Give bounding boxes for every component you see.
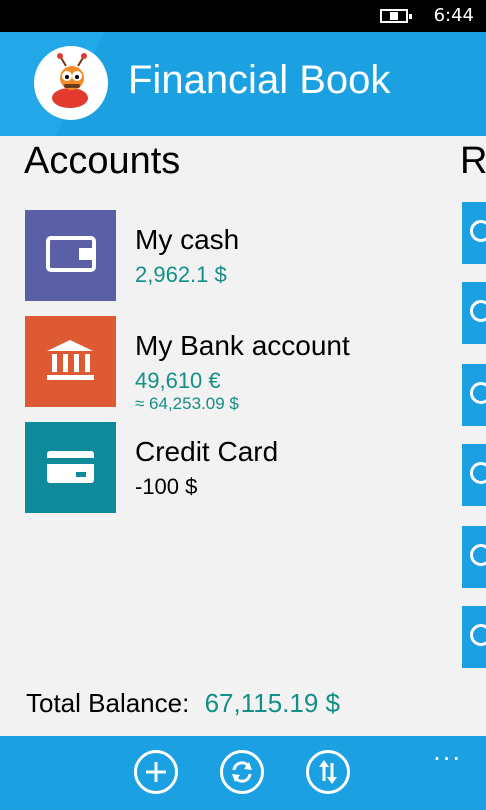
sync-button[interactable] xyxy=(220,750,264,794)
account-name: My cash xyxy=(135,224,240,255)
app-logo-icon xyxy=(34,46,108,120)
account-item-credit-card[interactable]: Credit Card -100 $ xyxy=(25,422,425,513)
account-item-my-bank-account[interactable]: My Bank account 49,610 € ≈ 64,253.09 $ xyxy=(25,316,425,413)
report-tile[interactable] xyxy=(462,526,486,588)
bank-icon xyxy=(25,316,116,407)
total-balance: Total Balance: 67,115.19 $ xyxy=(26,688,340,719)
total-balance-label: Total Balance: xyxy=(26,688,190,718)
battery-charging-icon xyxy=(380,9,412,23)
account-name: Credit Card xyxy=(135,436,279,467)
sync-icon xyxy=(232,761,252,783)
add-icon xyxy=(146,762,166,782)
status-bar: 6:44 xyxy=(0,0,486,32)
account-item-my-cash[interactable]: My cash 2,962.1 $ xyxy=(25,210,425,301)
add-button[interactable] xyxy=(134,750,178,794)
report-tile[interactable] xyxy=(462,282,486,344)
reports-heading-partial: R xyxy=(460,140,486,182)
account-amount: 49,610 € xyxy=(135,368,221,393)
total-balance-value: 67,115.19 $ xyxy=(204,688,340,718)
wallet-icon xyxy=(25,210,116,301)
app-title: Financial Book xyxy=(128,58,391,102)
report-tile[interactable] xyxy=(462,606,486,668)
app-header: Financial Book xyxy=(0,32,486,136)
report-tile[interactable] xyxy=(462,444,486,506)
more-options-button[interactable]: ... xyxy=(433,738,462,766)
account-amount: 2,962.1 $ xyxy=(135,262,227,287)
credit-card-icon xyxy=(25,422,116,513)
app-bar: ... xyxy=(0,736,486,810)
report-tile[interactable] xyxy=(462,202,486,264)
account-name: My Bank account xyxy=(135,330,350,361)
clock: 6:44 xyxy=(433,5,474,26)
accounts-heading: Accounts xyxy=(24,140,181,182)
transfer-icon xyxy=(319,760,337,784)
transfer-button[interactable] xyxy=(306,750,350,794)
report-tile[interactable] xyxy=(462,364,486,426)
account-amount: -100 $ xyxy=(135,474,198,499)
account-converted-amount: ≈ 64,253.09 $ xyxy=(135,394,239,413)
